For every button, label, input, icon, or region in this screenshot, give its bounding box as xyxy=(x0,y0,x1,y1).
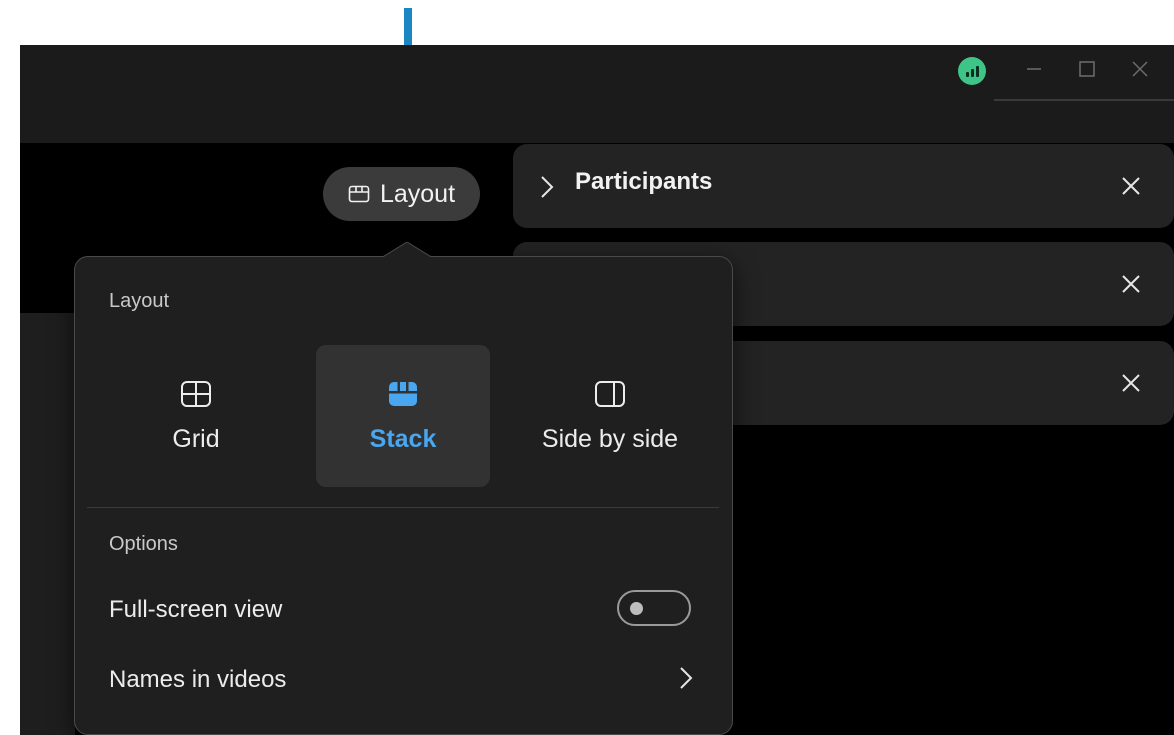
popover-divider xyxy=(87,507,719,508)
layout-option-label: Stack xyxy=(369,425,437,453)
title-bar-divider xyxy=(994,99,1174,101)
fullscreen-view-row[interactable]: Full-screen view xyxy=(75,584,732,634)
network-quality-icon[interactable] xyxy=(958,57,986,85)
close-icon[interactable] xyxy=(1120,273,1142,295)
layout-option-stack[interactable]: Stack xyxy=(316,345,490,487)
layout-button[interactable]: Layout xyxy=(323,167,480,221)
names-in-videos-label: Names in videos xyxy=(109,666,287,693)
side-by-side-icon xyxy=(595,381,625,407)
participants-panel[interactable]: Participants xyxy=(513,144,1174,228)
app-window: Layout Participants Layout Grid Stack Si… xyxy=(20,45,1174,735)
fullscreen-view-toggle[interactable] xyxy=(617,590,691,626)
chevron-right-icon xyxy=(541,176,554,198)
layout-icon xyxy=(348,185,370,203)
layout-section-heading: Layout xyxy=(109,290,170,312)
title-bar xyxy=(20,45,1174,143)
close-window-button[interactable] xyxy=(1126,55,1154,83)
options-section-heading: Options xyxy=(109,533,178,555)
participants-title: Participants xyxy=(575,168,713,195)
chevron-right-icon xyxy=(680,667,693,689)
layout-option-label: Side by side xyxy=(541,425,679,453)
stack-icon xyxy=(389,382,417,406)
minimize-button[interactable] xyxy=(1020,55,1048,83)
fullscreen-view-label: Full-screen view xyxy=(109,596,283,623)
close-icon[interactable] xyxy=(1120,372,1142,394)
layout-popover: Layout Grid Stack Side by side Options F… xyxy=(74,242,733,735)
close-icon[interactable] xyxy=(1120,175,1142,197)
maximize-button[interactable] xyxy=(1073,55,1101,83)
layout-option-side-by-side[interactable]: Side by side xyxy=(523,345,697,487)
layout-option-grid[interactable]: Grid xyxy=(109,345,283,487)
layout-option-label: Grid xyxy=(172,425,220,453)
popover-caret xyxy=(381,242,433,259)
layout-button-label: Layout xyxy=(379,179,456,208)
toggle-knob xyxy=(630,602,643,615)
video-stage-edge xyxy=(20,313,75,735)
grid-icon xyxy=(181,381,211,407)
names-in-videos-row[interactable]: Names in videos xyxy=(75,654,732,704)
